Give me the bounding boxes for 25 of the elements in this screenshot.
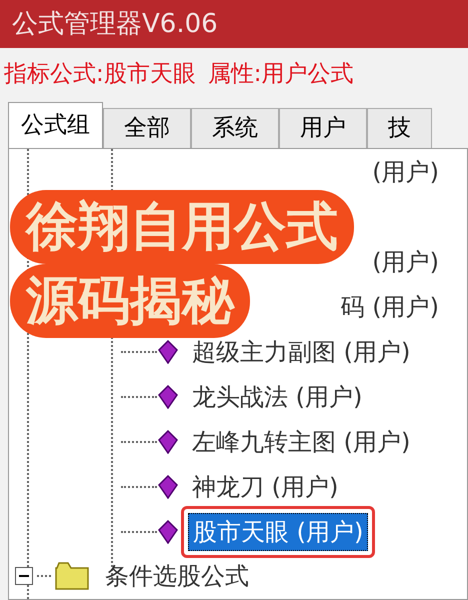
tab[interactable]: 公式组: [8, 102, 103, 148]
tree-item-label[interactable]: (用户): [372, 154, 439, 190]
tree-item-label[interactable]: (用户): [372, 244, 439, 280]
diamond-icon: [157, 474, 179, 498]
tab[interactable]: 全部: [103, 108, 191, 148]
diamond-icon: [157, 384, 179, 408]
collapse-toggle[interactable]: [15, 567, 33, 585]
folder-icon: [55, 562, 89, 590]
diamond-icon: [157, 430, 179, 454]
folder-label[interactable]: 条件选股公式: [105, 558, 249, 594]
tab[interactable]: 用户: [279, 108, 367, 148]
window-title: 公式管理器V6.06: [12, 8, 218, 40]
diamond-icon: [157, 340, 179, 364]
attribute-info: 属性:用户公式: [208, 60, 354, 89]
tab[interactable]: 技: [367, 108, 432, 148]
tree-item[interactable]: 神龙刀 (用户): [188, 468, 342, 504]
formula-info: 指标公式:股市天眼: [4, 60, 196, 89]
tree-item[interactable]: 龙头战法 (用户): [188, 378, 366, 414]
tree-item-label[interactable]: 码 (用户): [340, 288, 439, 324]
banner-text: 徐翔自用公式: [10, 190, 354, 264]
tree-item[interactable]: 股市天眼 (用户): [188, 512, 368, 550]
banner-text: 源码揭秘: [10, 264, 250, 338]
diamond-icon: [157, 520, 179, 544]
tab[interactable]: 系统: [191, 108, 279, 148]
tree-item[interactable]: 左峰九转主图 (用户): [188, 424, 414, 460]
